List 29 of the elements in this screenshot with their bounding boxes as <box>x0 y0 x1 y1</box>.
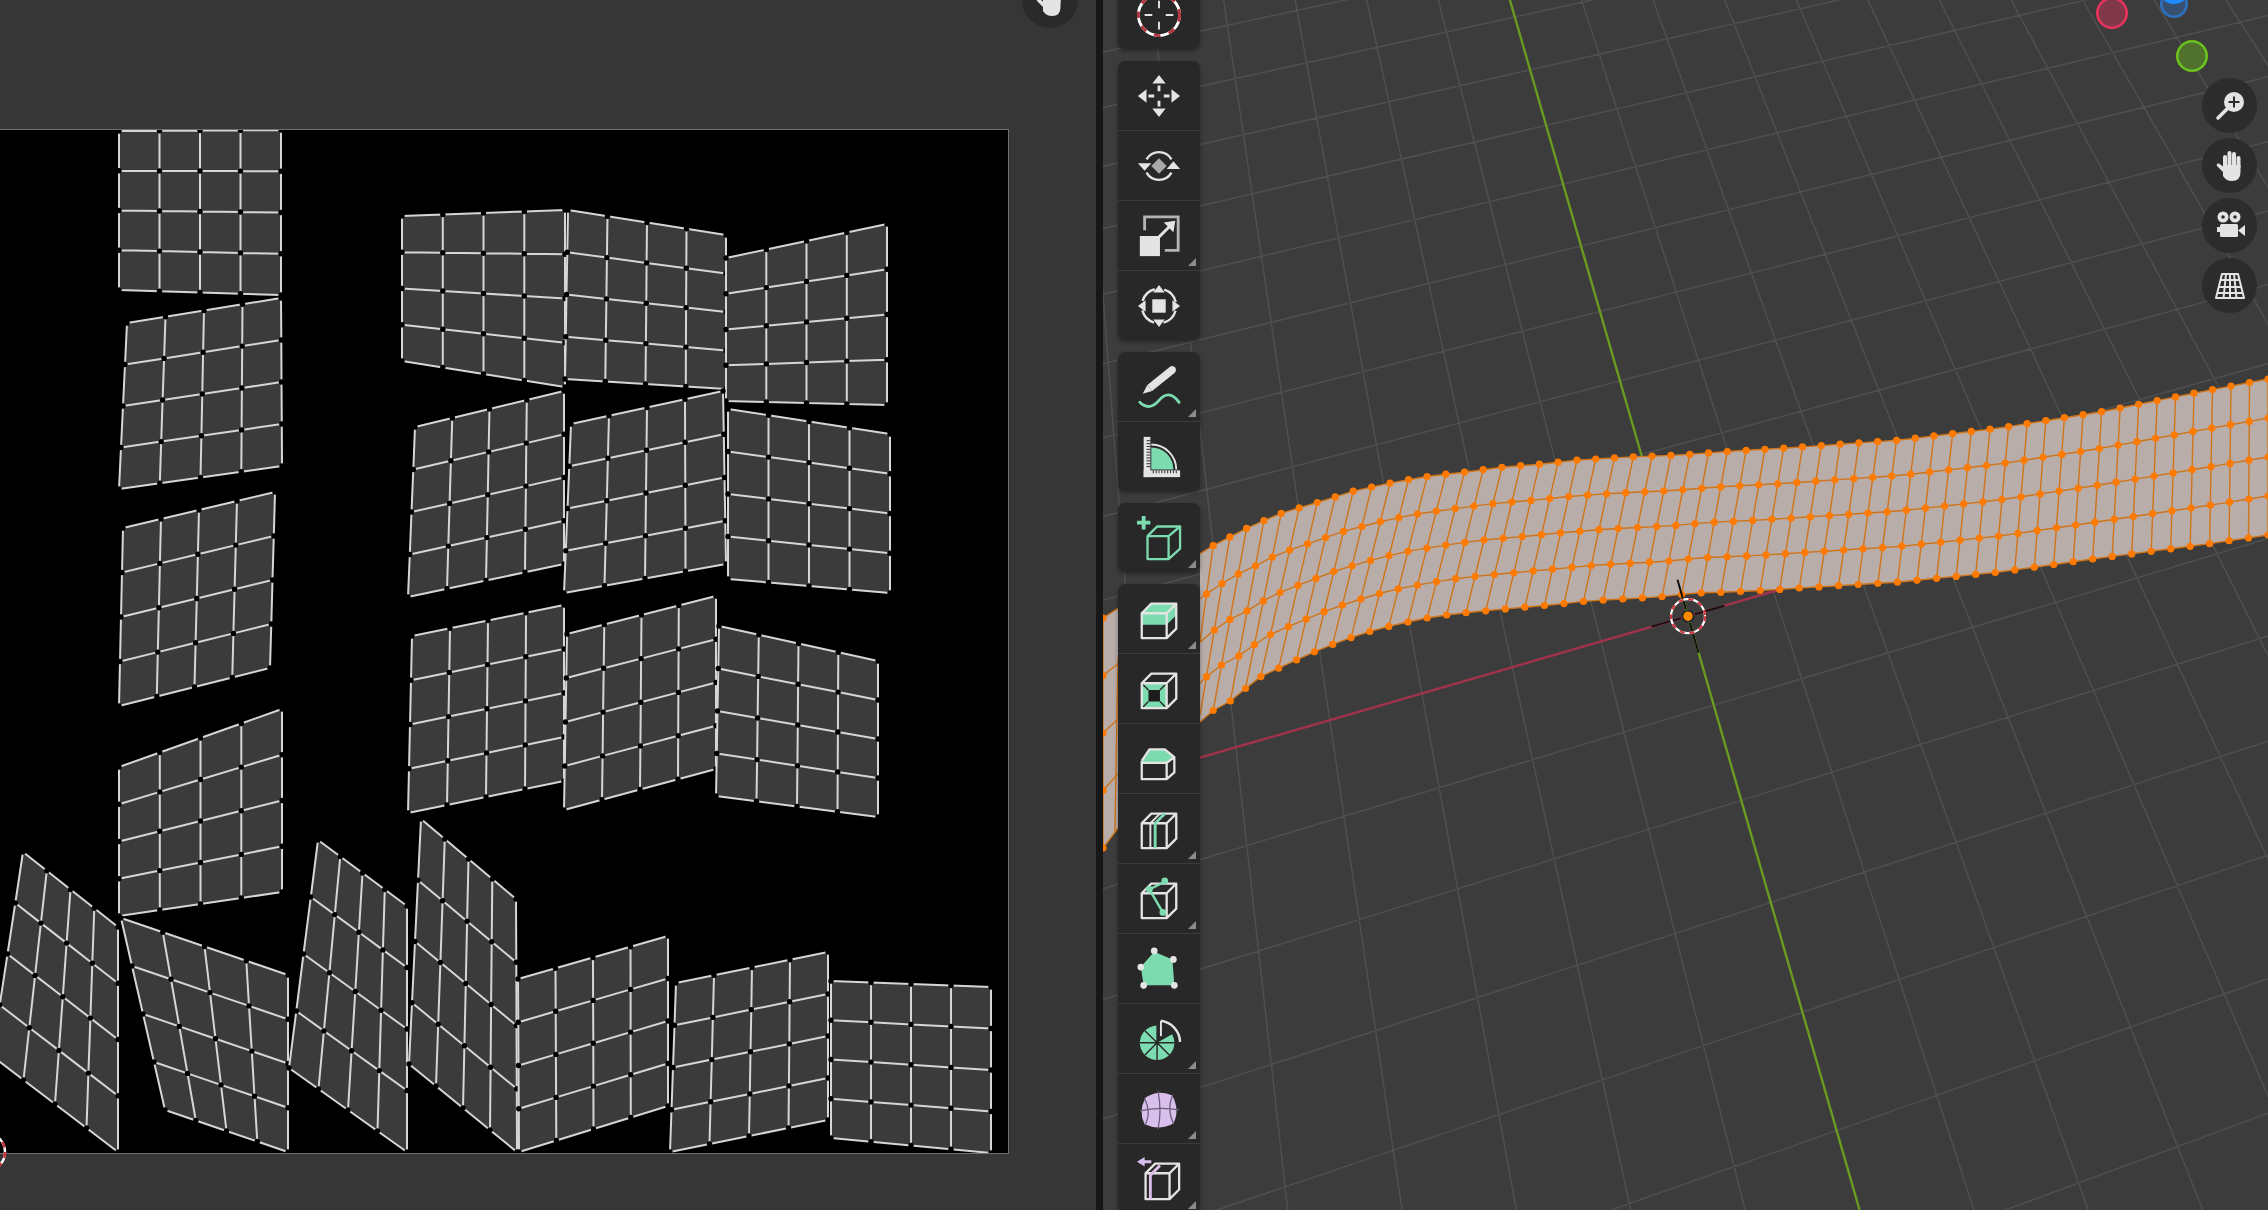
zoom-button[interactable] <box>2202 78 2257 133</box>
spin-tool-button[interactable] <box>1118 1004 1200 1073</box>
knife-tool-button[interactable] <box>1118 864 1200 933</box>
pan-button[interactable] <box>1022 0 1078 28</box>
smooth-tool-button[interactable] <box>1118 1074 1200 1143</box>
loop-cut-tool-button[interactable] <box>1118 794 1200 863</box>
shrink-cube-icon <box>1136 1155 1182 1202</box>
move-tool-button[interactable] <box>1118 61 1200 130</box>
annotate-tool-button[interactable] <box>1118 352 1200 421</box>
uv-cursor-icon <box>0 1136 7 1168</box>
magnifier-icon <box>2213 89 2246 122</box>
scene-cursor-icon <box>1650 578 1726 654</box>
rotate-tool-button[interactable] <box>1118 131 1200 200</box>
poly-build-tool-button[interactable] <box>1118 934 1200 1003</box>
add-cube-tool-button[interactable] <box>1118 503 1200 572</box>
cursor-tool-button[interactable] <box>1118 0 1200 49</box>
axis-bubble-icon[interactable] <box>2094 0 2130 31</box>
add-cube-icon <box>1136 514 1182 561</box>
scale-tool-button[interactable] <box>1118 201 1200 270</box>
transform-tool-button[interactable] <box>1118 271 1200 340</box>
crosshair-icon <box>1136 0 1182 38</box>
axis-bubble-icon[interactable] <box>2174 38 2210 74</box>
measure-tool-button[interactable] <box>1118 422 1200 491</box>
extrude-tool-button[interactable] <box>1118 584 1200 653</box>
inset-tool-button[interactable] <box>1118 654 1200 723</box>
shrink-fatten-tool-button[interactable] <box>1118 1144 1200 1210</box>
bevel-tool-button[interactable] <box>1118 724 1200 793</box>
origin-dot-icon <box>1681 609 1695 623</box>
pencil-icon <box>1136 363 1182 410</box>
